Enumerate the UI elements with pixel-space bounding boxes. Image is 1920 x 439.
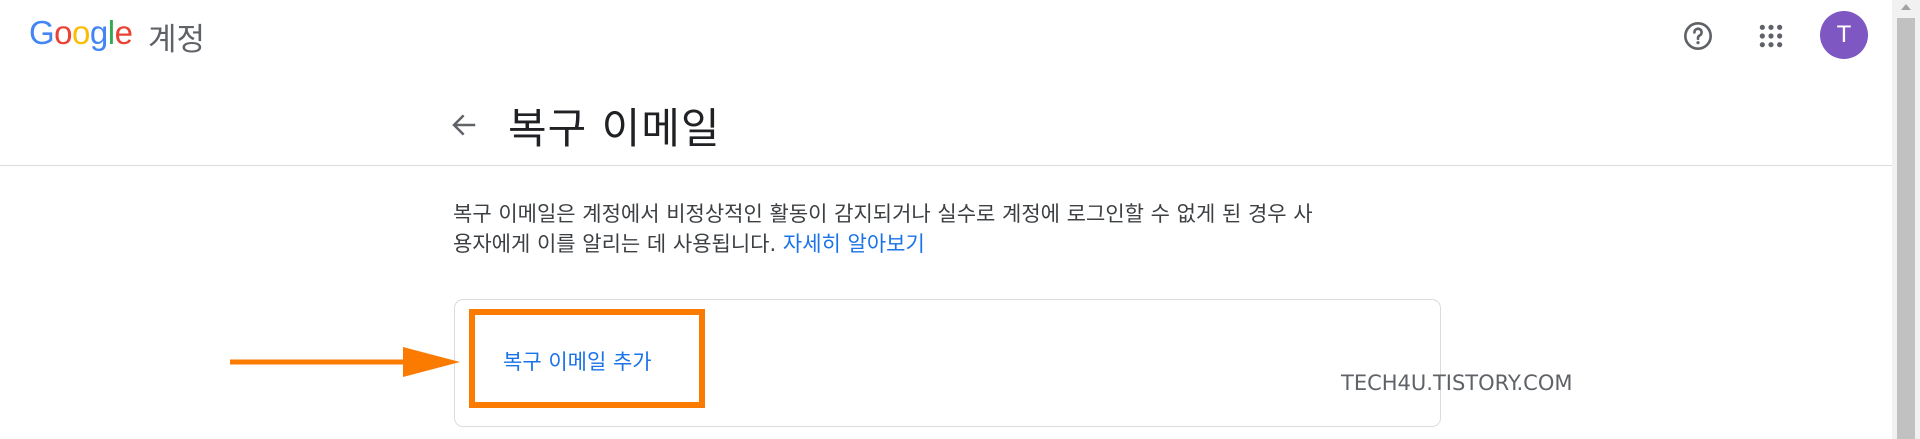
logo-letter: g (89, 14, 108, 51)
highlight-box (469, 309, 705, 408)
description-text: 용자에게 이를 알리는 데 사용됩니다. (453, 232, 777, 256)
header-divider (0, 165, 1892, 166)
google-logo[interactable]: Google (29, 14, 133, 52)
apps-grid-icon-glyph (1759, 24, 1783, 48)
help-circle-icon-glyph (1684, 22, 1712, 50)
arrow-back-icon-glyph (452, 114, 476, 136)
scrollbar-thumb[interactable] (1897, 18, 1915, 439)
logo-letter: G (29, 14, 55, 51)
right-arrow-annotation-icon (230, 347, 460, 377)
scrollbar[interactable] (1892, 0, 1920, 439)
page-title: 복구 이메일 (508, 103, 721, 153)
watermark: TECH4U.TISTORY.COM (1341, 371, 1573, 395)
scroll-up-icon[interactable] (1901, 4, 1911, 10)
avatar[interactable]: T (1820, 11, 1868, 59)
logo-letter: o (54, 14, 73, 51)
arrow-back-icon[interactable] (438, 99, 490, 151)
description-line: 복구 이메일은 계정에서 비정상적인 활동이 감지되거나 실수로 계정에 로그인… (453, 202, 1313, 226)
logo-letter: o (72, 14, 90, 51)
help-circle-icon[interactable] (1676, 14, 1720, 58)
logo-letter: l (107, 14, 115, 51)
apps-grid-icon[interactable] (1749, 14, 1793, 58)
description-line-2: 용자에게 이를 알리는 데 사용됩니다. 자세히 알아보기 (453, 229, 1433, 259)
app-header: Google 계정 T (0, 0, 1892, 70)
title-row: 복구 이메일 (440, 90, 721, 160)
description: 복구 이메일은 계정에서 비정상적인 활동이 감지되거나 실수로 계정에 로그인… (453, 199, 1433, 259)
product-name[interactable]: 계정 (148, 14, 205, 59)
logo-letter: e (114, 14, 133, 51)
learn-more-link[interactable]: 자세히 알아보기 (783, 232, 925, 256)
